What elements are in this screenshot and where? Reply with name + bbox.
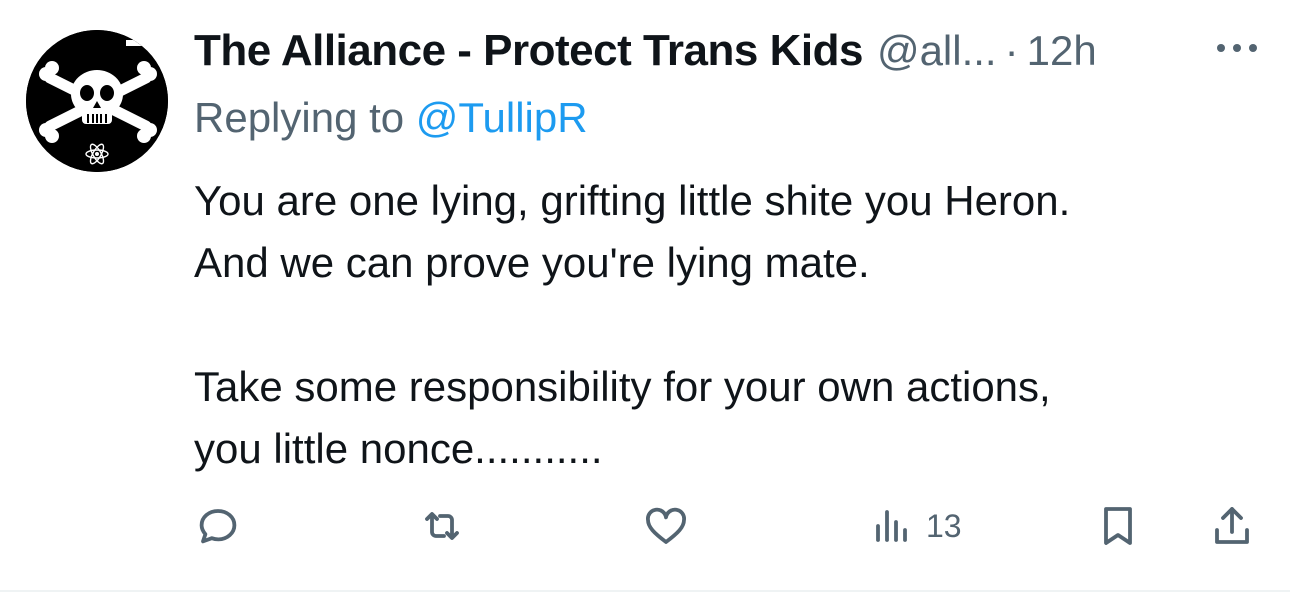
bookmark-icon	[1104, 507, 1132, 545]
share-icon	[1215, 507, 1249, 544]
share-button[interactable]	[1208, 502, 1256, 550]
author-handle[interactable]: @all...	[877, 27, 997, 75]
more-button[interactable]	[1212, 28, 1262, 68]
tweet-timestamp[interactable]: 12h	[1027, 27, 1097, 75]
reply-button[interactable]	[194, 502, 242, 550]
reply-mention-link[interactable]: @TullipR	[416, 94, 588, 141]
reply-context: Replying to @TullipR	[194, 94, 588, 142]
reply-prefix: Replying to	[194, 94, 416, 141]
views-icon	[876, 510, 907, 542]
heart-icon	[646, 507, 686, 544]
views-count: 13	[926, 507, 962, 544]
like-button[interactable]	[642, 502, 690, 550]
tweet-text: You are one lying, grifting little shite…	[194, 170, 1254, 480]
tweet-text-line: You are one lying, grifting little shite…	[194, 177, 1071, 224]
skull-crossbones-icon	[26, 30, 168, 172]
separator-dot: ·	[1004, 27, 1019, 74]
tweet-text-line: Take some responsibility for your own ac…	[194, 363, 1051, 410]
tweet-header: The Alliance - Protect Trans Kids @all..…	[194, 24, 1097, 78]
tweet[interactable]: The Alliance - Protect Trans Kids @all..…	[0, 0, 1290, 592]
author-display-name[interactable]: The Alliance - Protect Trans Kids	[194, 26, 863, 76]
retweet-icon	[425, 512, 459, 540]
avatar[interactable]	[26, 30, 168, 172]
views-button[interactable]: 13	[868, 502, 962, 550]
bookmark-button[interactable]	[1094, 502, 1142, 550]
reply-icon	[199, 509, 237, 544]
tweet-text-line: And we can prove you're lying mate.	[194, 239, 870, 286]
tweet-text-line: you little nonce...........	[194, 425, 603, 472]
retweet-button[interactable]	[418, 502, 466, 550]
more-icon	[1217, 44, 1257, 52]
